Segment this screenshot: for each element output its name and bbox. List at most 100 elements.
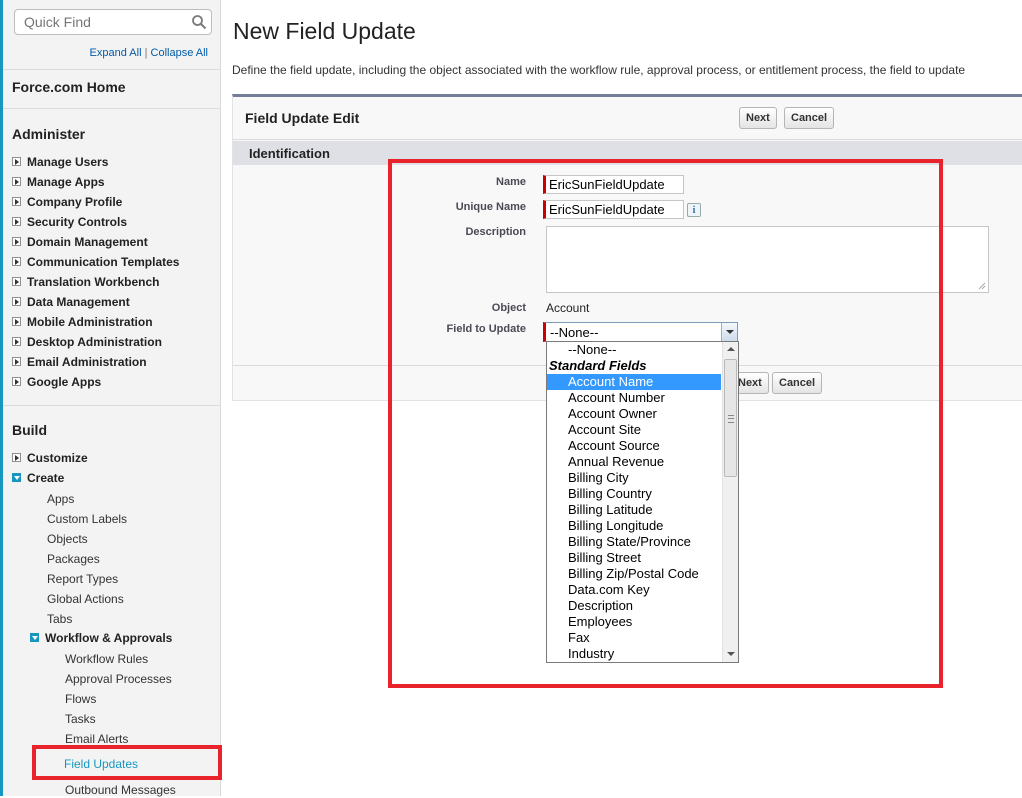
- dropdown-option[interactable]: Account Name: [547, 374, 721, 390]
- dropdown-option[interactable]: Data.com Key: [547, 582, 721, 598]
- expand-collapse-links: Expand All | Collapse All: [90, 47, 208, 59]
- dropdown-option[interactable]: Billing Country: [547, 486, 721, 502]
- dropdown-option[interactable]: Annual Revenue: [547, 454, 721, 470]
- object-value: Account: [546, 301, 590, 315]
- sidebar-subitem-workflow-rules[interactable]: Workflow Rules: [65, 651, 148, 667]
- description-textarea[interactable]: [546, 226, 989, 293]
- dropdown-option[interactable]: Billing State/Province: [547, 534, 721, 550]
- sidebar-item-label: Manage Apps: [27, 175, 105, 189]
- expand-icon[interactable]: [12, 377, 21, 387]
- sidebar-item-translation-workbench[interactable]: Translation Workbench: [12, 274, 159, 290]
- dropdown-option[interactable]: Industry: [547, 646, 721, 662]
- dropdown-option[interactable]: Account Owner: [547, 406, 721, 422]
- sidebar-item-mobile-administration[interactable]: Mobile Administration: [12, 314, 153, 330]
- collapse-icon[interactable]: [30, 633, 39, 643]
- expand-icon[interactable]: [12, 177, 21, 187]
- sidebar-item-workflow-approvals[interactable]: Workflow & Approvals: [30, 630, 172, 646]
- sidebar-item-label: Google Apps: [27, 375, 102, 389]
- sidebar-item-label: Workflow & Approvals: [45, 631, 173, 645]
- info-icon[interactable]: i: [687, 203, 701, 217]
- dropdown-scrollbar[interactable]: [722, 342, 738, 662]
- footer-cancel-button[interactable]: Cancel: [772, 372, 823, 394]
- sidebar-subitem-report-types[interactable]: Report Types: [47, 571, 118, 587]
- expand-icon[interactable]: [12, 357, 21, 367]
- quick-find-input[interactable]: [14, 9, 212, 35]
- expand-icon[interactable]: [12, 277, 21, 287]
- dropdown-option[interactable]: Fax: [547, 630, 721, 646]
- sidebar-item-label: Create: [27, 471, 65, 485]
- expand-icon[interactable]: [12, 217, 21, 227]
- scroll-down-arrow-icon[interactable]: [723, 647, 738, 662]
- expand-icon[interactable]: [12, 237, 21, 247]
- name-input[interactable]: [543, 175, 684, 194]
- sidebar: Expand All | Collapse All Force.com Home…: [0, 0, 221, 797]
- expand-icon[interactable]: [12, 197, 21, 207]
- dropdown-options: --None-- Standard Fields Account Name Acc…: [547, 342, 721, 662]
- sidebar-subitem-tasks[interactable]: Tasks: [65, 711, 96, 727]
- force-home-link[interactable]: Force.com Home: [12, 79, 126, 95]
- sidebar-subitem-field-updates[interactable]: Field Updates: [64, 756, 138, 772]
- search-icon[interactable]: [191, 14, 207, 30]
- expand-icon[interactable]: [12, 257, 21, 267]
- scrollbar-thumb[interactable]: [724, 359, 737, 477]
- dropdown-option-none[interactable]: --None--: [547, 342, 721, 358]
- sidebar-subitem-custom-labels[interactable]: Custom Labels: [47, 511, 127, 527]
- sidebar-subitem-objects[interactable]: Objects: [47, 531, 88, 547]
- name-label: Name: [496, 176, 526, 188]
- sidebar-item-label: Mobile Administration: [27, 315, 153, 329]
- sidebar-item-label: Desktop Administration: [27, 335, 162, 349]
- expand-icon[interactable]: [12, 317, 21, 327]
- sidebar-item-customize[interactable]: Customize: [12, 450, 88, 466]
- expand-icon[interactable]: [12, 337, 21, 347]
- sidebar-item-company-profile[interactable]: Company Profile: [12, 194, 122, 210]
- resize-grip-icon[interactable]: [976, 280, 986, 290]
- collapse-icon[interactable]: [12, 473, 21, 483]
- field-to-update-select[interactable]: --None--: [543, 322, 738, 342]
- dropdown-option[interactable]: Billing Latitude: [547, 502, 721, 518]
- next-button[interactable]: Next: [739, 107, 777, 129]
- expand-icon[interactable]: [12, 453, 21, 463]
- section-title-identification: Identification: [249, 146, 330, 161]
- sidebar-item-domain-management[interactable]: Domain Management: [12, 234, 148, 250]
- sidebar-item-label: Manage Users: [27, 155, 109, 169]
- link-separator: |: [144, 47, 148, 59]
- field-to-update-dropdown[interactable]: --None-- Standard Fields Account Name Acc…: [546, 341, 739, 663]
- sidebar-subitem-packages[interactable]: Packages: [47, 551, 100, 567]
- sidebar-subitem-apps[interactable]: Apps: [47, 491, 74, 507]
- sidebar-item-manage-users[interactable]: Manage Users: [12, 154, 108, 170]
- dropdown-option[interactable]: Account Site: [547, 422, 721, 438]
- sidebar-subitem-tabs[interactable]: Tabs: [47, 611, 72, 627]
- dropdown-option[interactable]: Billing Zip/Postal Code: [547, 566, 721, 582]
- sidebar-divider: [3, 69, 221, 70]
- expand-icon[interactable]: [12, 157, 21, 167]
- expand-all-link[interactable]: Expand All: [90, 47, 142, 59]
- unique-name-input[interactable]: [543, 200, 684, 219]
- dropdown-option[interactable]: Account Number: [547, 390, 721, 406]
- dropdown-option[interactable]: Employees: [547, 614, 721, 630]
- sidebar-item-manage-apps[interactable]: Manage Apps: [12, 174, 105, 190]
- scroll-up-arrow-icon[interactable]: [723, 342, 738, 357]
- expand-icon[interactable]: [12, 297, 21, 307]
- sidebar-item-security-controls[interactable]: Security Controls: [12, 214, 127, 230]
- dropdown-option[interactable]: Description: [547, 598, 721, 614]
- dropdown-option[interactable]: Billing City: [547, 470, 721, 486]
- cancel-button[interactable]: Cancel: [784, 107, 835, 129]
- sidebar-item-communication-templates[interactable]: Communication Templates: [12, 254, 179, 270]
- dropdown-option[interactable]: Billing Longitude: [547, 518, 721, 534]
- dropdown-option[interactable]: Billing Street: [547, 550, 721, 566]
- sidebar-item-desktop-administration[interactable]: Desktop Administration: [12, 334, 162, 350]
- sidebar-item-data-management[interactable]: Data Management: [12, 294, 130, 310]
- collapse-all-link[interactable]: Collapse All: [151, 47, 208, 59]
- sidebar-item-google-apps[interactable]: Google Apps: [12, 374, 101, 390]
- dropdown-option[interactable]: Account Source: [547, 438, 721, 454]
- page-description: Define the field update, including the o…: [232, 63, 966, 77]
- sidebar-subitem-email-alerts[interactable]: Email Alerts: [65, 731, 128, 747]
- chevron-down-icon[interactable]: [721, 323, 737, 341]
- sidebar-item-create[interactable]: Create: [12, 470, 64, 486]
- sidebar-subitem-global-actions[interactable]: Global Actions: [47, 591, 124, 607]
- sidebar-subitem-approval-processes[interactable]: Approval Processes: [65, 671, 172, 687]
- sidebar-item-email-administration[interactable]: Email Administration: [12, 354, 147, 370]
- dropdown-option-group: Account Name Account Number Account Owner A…: [547, 374, 721, 662]
- build-heading: Build: [12, 422, 47, 438]
- sidebar-subitem-flows[interactable]: Flows: [65, 691, 96, 707]
